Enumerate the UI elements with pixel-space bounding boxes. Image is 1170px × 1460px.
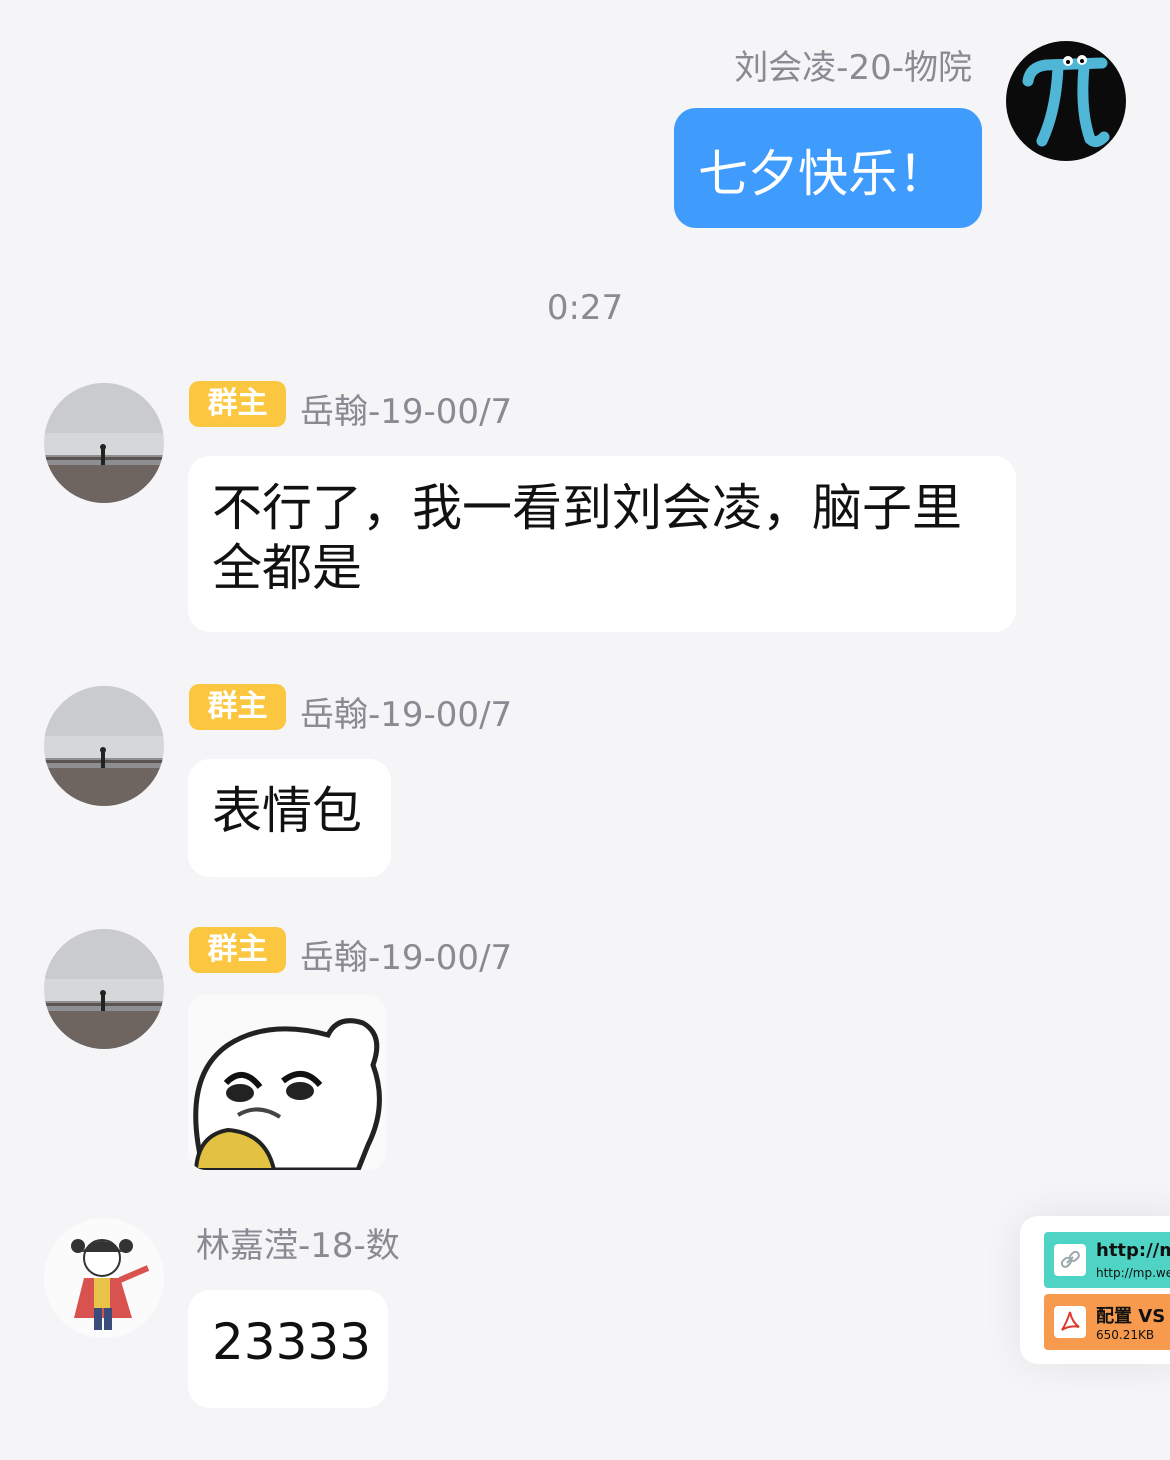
sender-name: 岳翰-19-00/7: [300, 392, 513, 432]
sender-avatar[interactable]: [44, 686, 164, 806]
floating-shortcut-panel: http://m http://mp.we 配置 VS C 650.21KB: [1020, 1216, 1170, 1364]
message-bubble[interactable]: 不行了，我一看到刘会凌，脑子里全都是: [188, 456, 1016, 632]
file-size: 650.21KB: [1096, 1328, 1155, 1342]
message-bubble[interactable]: 表情包: [188, 759, 391, 877]
message-timestamp: 0:27: [546, 288, 624, 328]
sender-avatar[interactable]: [44, 1218, 164, 1338]
sender-name: 林嘉滢-18-数: [196, 1226, 400, 1266]
link-subtitle: http://mp.we: [1096, 1266, 1170, 1280]
file-shortcut[interactable]: 配置 VS C 650.21KB: [1044, 1294, 1170, 1350]
group-owner-badge: 群主: [189, 381, 286, 427]
seaside-photo-icon: [44, 383, 164, 503]
outgoing-message-bubble[interactable]: 七夕快乐！: [674, 108, 982, 228]
message-bubble[interactable]: 23333: [188, 1290, 388, 1408]
link-shortcut[interactable]: http://m http://mp.we: [1044, 1232, 1170, 1288]
crying-face-sticker-icon: [188, 995, 386, 1170]
link-icon: [1054, 1244, 1086, 1276]
sender-avatar[interactable]: [44, 383, 164, 503]
cartoon-girl-icon: [44, 1218, 164, 1338]
sender-name: 岳翰-19-00/7: [300, 938, 513, 978]
sender-avatar[interactable]: [44, 929, 164, 1049]
group-owner-badge: 群主: [189, 684, 286, 730]
seaside-photo-icon: [44, 686, 164, 806]
sender-name: 岳翰-19-00/7: [300, 695, 513, 735]
pdf-icon: [1054, 1306, 1086, 1338]
my-avatar[interactable]: [1006, 41, 1126, 161]
link-title: http://m: [1096, 1240, 1170, 1261]
outgoing-sender-name: 刘会凌-20-物院: [734, 48, 972, 88]
file-title: 配置 VS C: [1096, 1306, 1170, 1327]
group-owner-badge: 群主: [189, 927, 286, 973]
pi-icon: [1022, 55, 1110, 148]
sticker-image[interactable]: [188, 995, 386, 1170]
seaside-photo-icon: [44, 929, 164, 1049]
